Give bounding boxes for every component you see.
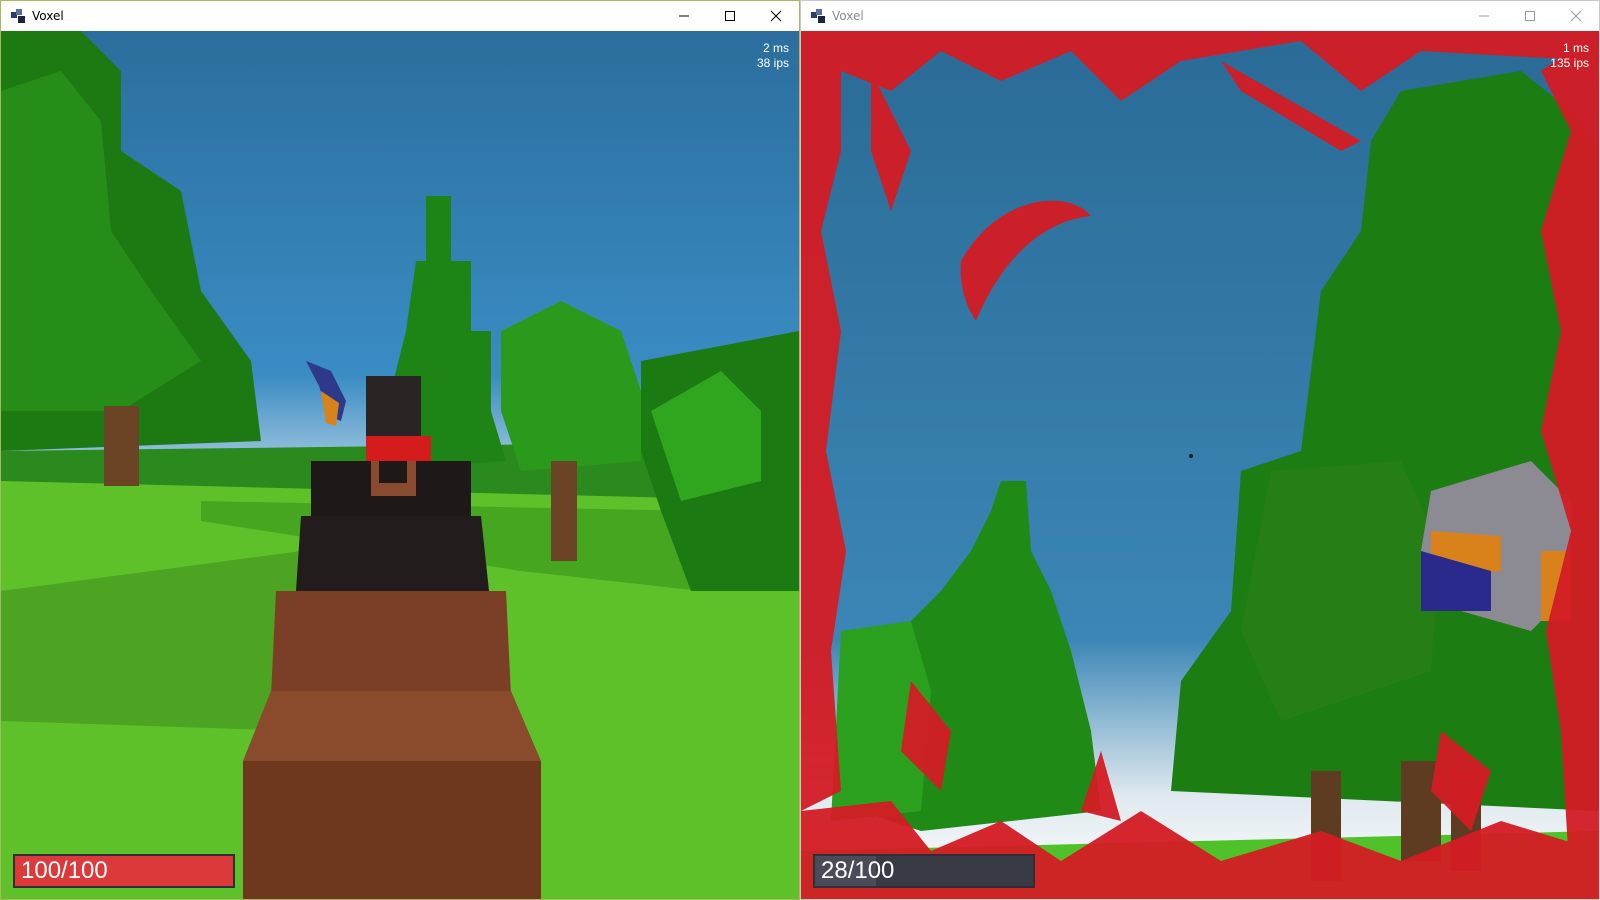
window-title: Voxel: [832, 9, 864, 23]
health-bar: 100/100: [13, 854, 235, 888]
ips-counter: 38 ips: [756, 56, 789, 70]
window-controls: [1461, 1, 1599, 31]
maximize-icon: [1525, 11, 1535, 21]
health-label: 28/100: [821, 857, 895, 884]
minimize-button[interactable]: [661, 1, 707, 31]
maximize-icon: [725, 11, 735, 21]
maximize-button[interactable]: [1507, 1, 1553, 31]
frame-time: 2 ms: [762, 41, 789, 55]
voxel-app-icon: [811, 9, 825, 23]
minimize-icon: [679, 15, 689, 17]
window-title: Voxel: [32, 9, 64, 23]
close-icon: [770, 10, 782, 22]
title-bar[interactable]: Voxel: [1, 1, 799, 31]
ips-counter: 135 ips: [1550, 56, 1589, 70]
minimize-icon: [1479, 15, 1489, 17]
close-icon: [1570, 10, 1582, 22]
maximize-button[interactable]: [707, 1, 753, 31]
health-label: 100/100: [21, 857, 108, 884]
game-scene: [801, 31, 1599, 899]
game-viewport[interactable]: 2 ms 38 ips 100/100: [1, 31, 799, 899]
close-button[interactable]: [753, 1, 799, 31]
perf-stats: 2 ms 38 ips: [757, 41, 789, 71]
minimize-button[interactable]: [1461, 1, 1507, 31]
game-window-right: Voxel 1 ms 135 ips 28/100: [800, 0, 1600, 900]
close-button[interactable]: [1553, 1, 1599, 31]
game-scene: [1, 31, 799, 899]
frame-time: 1 ms: [1562, 41, 1589, 55]
voxel-app-icon: [11, 9, 25, 23]
game-window-left: Voxel 2 ms 38 ips 100/100: [0, 0, 800, 900]
game-viewport[interactable]: 1 ms 135 ips 28/100: [801, 31, 1599, 899]
title-bar[interactable]: Voxel: [801, 1, 1599, 31]
window-controls: [661, 1, 799, 31]
perf-stats: 1 ms 135 ips: [1550, 41, 1589, 71]
health-bar: 28/100: [813, 854, 1035, 888]
